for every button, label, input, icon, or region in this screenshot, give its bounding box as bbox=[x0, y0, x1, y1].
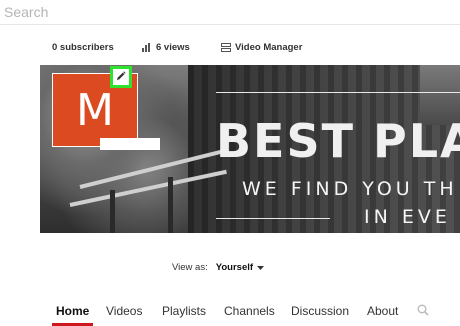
view-as-dropdown[interactable]: Yourself bbox=[215, 262, 265, 273]
tab-videos[interactable]: Videos bbox=[106, 304, 142, 318]
video-manager-link[interactable]: Video Manager bbox=[221, 42, 302, 53]
edit-avatar-button[interactable] bbox=[110, 66, 132, 88]
view-count: 6 views bbox=[142, 42, 190, 53]
tab-discussion[interactable]: Discussion bbox=[291, 304, 349, 318]
pencil-icon bbox=[116, 68, 126, 86]
banner-fence-post bbox=[110, 190, 115, 233]
search-bar bbox=[0, 0, 460, 25]
tab-channels[interactable]: Channels bbox=[224, 304, 275, 318]
tab-home[interactable]: Home bbox=[51, 304, 94, 326]
subscriber-count-label: 0 subscribers bbox=[52, 42, 114, 53]
video-manager-icon bbox=[221, 43, 231, 52]
banner-subtitle-line1: WE FIND YOU TH bbox=[242, 178, 458, 200]
view-as: View as: Yourself bbox=[172, 262, 265, 273]
view-as-value: Yourself bbox=[215, 262, 254, 273]
view-count-label: 6 views bbox=[156, 42, 190, 53]
view-as-label: View as: bbox=[172, 262, 208, 273]
bar-chart-icon bbox=[142, 43, 152, 52]
search-input[interactable] bbox=[0, 0, 424, 24]
banner-subtitle-line2: IN EVE bbox=[364, 206, 451, 228]
tab-about[interactable]: About bbox=[367, 304, 398, 318]
search-icon[interactable] bbox=[417, 303, 429, 321]
banner-rule-bottom bbox=[216, 218, 330, 219]
caret-down-icon bbox=[257, 262, 265, 273]
video-manager-label: Video Manager bbox=[235, 42, 303, 53]
banner-title: BEST PLA bbox=[216, 114, 460, 168]
channel-name-placeholder bbox=[100, 138, 160, 150]
channel-stats: 0 subscribers 6 views Video Manager bbox=[0, 38, 460, 58]
banner-fence-post bbox=[168, 177, 173, 233]
tab-playlists[interactable]: Playlists bbox=[162, 304, 206, 318]
subscriber-count: 0 subscribers bbox=[52, 42, 114, 53]
banner-rule-top bbox=[216, 92, 460, 93]
channel-tabs: Home Videos Playlists Channels Discussio… bbox=[0, 300, 460, 326]
